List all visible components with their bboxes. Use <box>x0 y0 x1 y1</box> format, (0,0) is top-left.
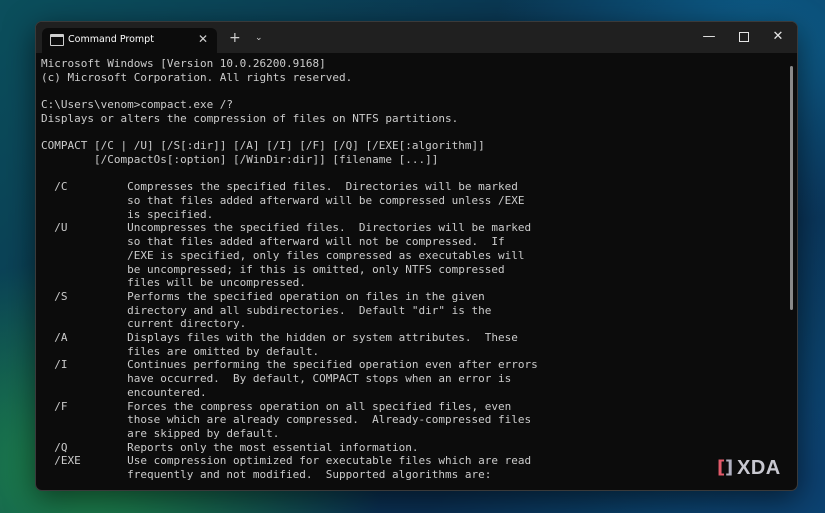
tab-title: Command Prompt <box>68 34 154 45</box>
terminal-text: Microsoft Windows [Version 10.0.26200.91… <box>41 57 538 482</box>
terminal-icon <box>50 34 64 46</box>
tab-command-prompt[interactable]: Command Prompt ✕ <box>42 28 217 53</box>
minimize-button[interactable]: — <box>699 29 719 45</box>
terminal-output[interactable]: Microsoft Windows [Version 10.0.26200.91… <box>41 57 786 487</box>
chevron-down-icon[interactable]: ⌄ <box>255 31 263 45</box>
xda-logo: [ ] XDA <box>717 457 797 479</box>
title-bar: Command Prompt ✕ + ⌄ — ✕ <box>36 22 797 53</box>
logo-text: XDA <box>737 457 781 479</box>
new-tab-button[interactable]: + <box>229 30 241 46</box>
tab-close-icon[interactable]: ✕ <box>198 31 208 47</box>
maximize-button[interactable] <box>734 29 754 45</box>
maximize-icon <box>739 32 749 42</box>
logo-bracket-right-icon: ] <box>725 457 734 478</box>
command-prompt-window: Command Prompt ✕ + ⌄ — ✕ Microsoft Windo… <box>35 21 798 491</box>
close-button[interactable]: ✕ <box>768 29 788 45</box>
scrollbar-thumb[interactable] <box>790 66 793 310</box>
logo-bracket-left-icon: [ <box>717 457 726 478</box>
